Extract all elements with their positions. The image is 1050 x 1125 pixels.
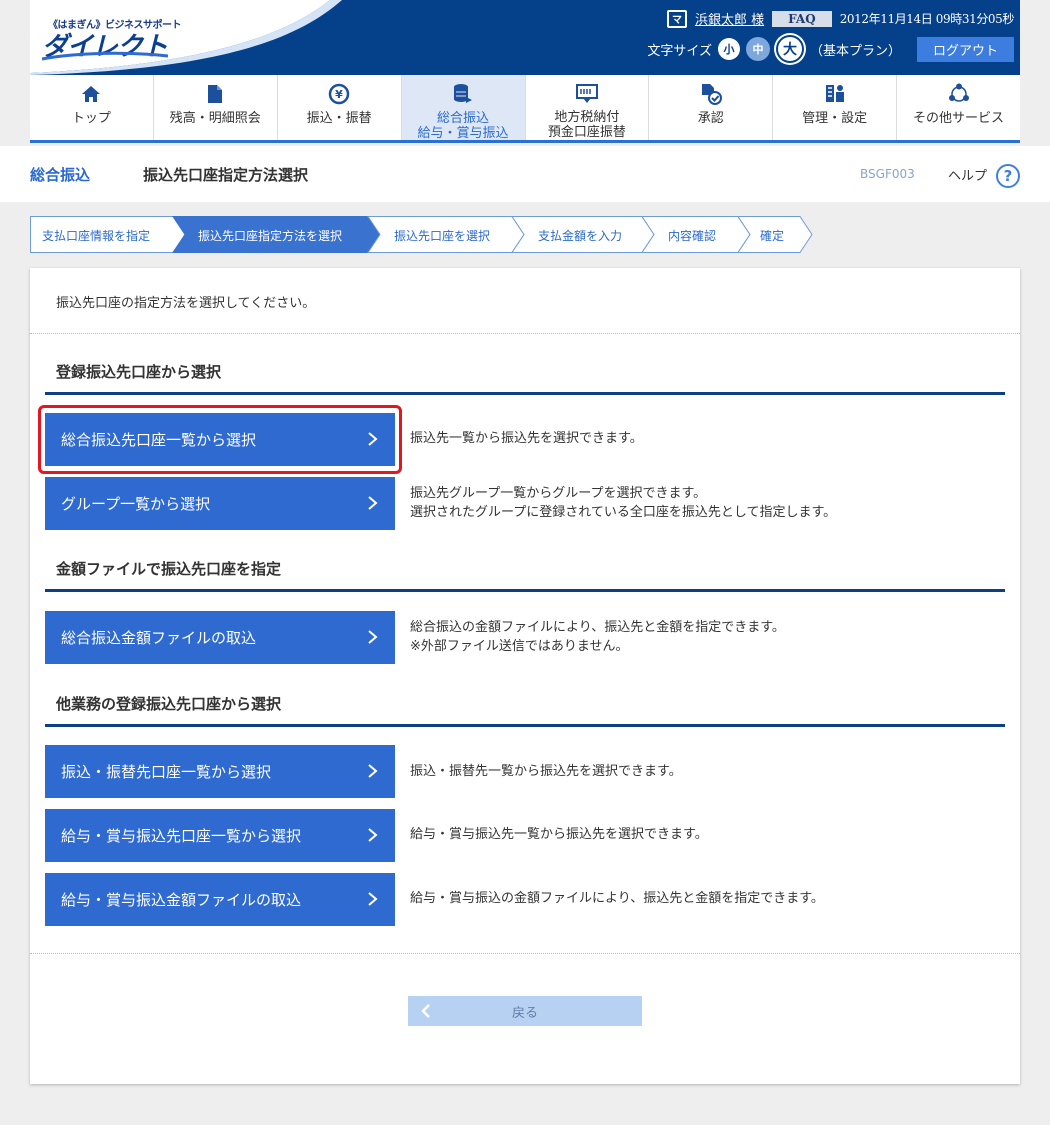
button-label: 総合振込先口座一覧から選択 bbox=[61, 431, 257, 449]
nav-label: 管理・設定 bbox=[802, 111, 868, 126]
divider bbox=[30, 953, 1020, 954]
header-user-row: マ 浜銀太郎 様 FAQ 2012年11月14日 09時31分05秒 bbox=[666, 9, 1015, 28]
description-line: 振込先グループ一覧からグループを選択できます。 bbox=[410, 486, 707, 501]
button-description: 振込先一覧から振込先を選択できます。 bbox=[410, 429, 643, 448]
button-description: 給与・賞与振込の金額ファイルにより、振込先と金額を指定できます。 bbox=[410, 889, 824, 908]
description-line: 給与・賞与振込の金額ファイルにより、振込先と金額を指定できます。 bbox=[410, 891, 824, 906]
chevron-right-icon bbox=[368, 496, 378, 510]
yen-transfer-icon: ¥ bbox=[328, 83, 350, 105]
nav-label-secondary: 預金口座振替 bbox=[547, 125, 626, 140]
plan-label: （基本プラン） bbox=[809, 43, 901, 59]
nav-label: 総合振込 bbox=[437, 111, 490, 126]
font-size-large-button[interactable]: 大 bbox=[775, 35, 804, 63]
back-button[interactable]: 戻る bbox=[408, 996, 642, 1026]
logo-swoosh-icon bbox=[41, 51, 169, 61]
nav-item-balance[interactable]: 残高・明細照会 bbox=[154, 75, 278, 140]
nav-label: トップ bbox=[71, 111, 111, 126]
page-title-bar: 総合振込 振込先口座指定方法選択 BSGF003 ヘルプ bbox=[0, 146, 1050, 202]
section-heading-registered: 登録振込先口座から選択 bbox=[45, 361, 1005, 395]
button-description: 総合振込の金額ファイルにより、振込先と金額を指定できます。 ※外部ファイル送信で… bbox=[410, 618, 785, 656]
page-category: 総合振込 bbox=[30, 166, 91, 184]
network-icon bbox=[948, 83, 970, 105]
button-label: 振込・振替先口座一覧から選択 bbox=[61, 763, 272, 781]
button-description: 振込・振替先一覧から振込先を選択できます。 bbox=[410, 762, 682, 781]
font-size-medium-button[interactable]: 中 bbox=[745, 37, 770, 61]
nav-label-secondary: 給与・賞与振込 bbox=[417, 126, 509, 141]
coin-stack-icon bbox=[452, 83, 474, 105]
nav-item-local-tax[interactable]: 地方税納付 預金口座振替 bbox=[526, 75, 650, 140]
nav-item-approval[interactable]: 承認 bbox=[649, 75, 774, 140]
app-header: 《はまぎん》ビジネスサポート ダイレクト マ 浜銀太郎 様 FAQ 2012年1… bbox=[30, 0, 1020, 75]
section-heading-other-services: 他業務の登録振込先口座から選択 bbox=[45, 693, 1005, 727]
approval-icon bbox=[700, 83, 722, 105]
description-line: ※外部ファイル送信ではありません。 bbox=[410, 639, 629, 654]
admin-icon bbox=[824, 83, 846, 105]
main-nav: トップ 残高・明細照会 ¥ 振込・振替 総合振込 給与・賞与振込 地方税納付 預… bbox=[30, 75, 1020, 143]
nav-item-other-services[interactable]: その他サービス bbox=[897, 75, 1020, 140]
nav-label: 残高・明細照会 bbox=[169, 111, 261, 126]
button-label: グループ一覧から選択 bbox=[61, 495, 211, 513]
font-size-small-button[interactable]: 小 bbox=[717, 38, 740, 60]
description-line: 給与・賞与振込先一覧から振込先を選択できます。 bbox=[410, 827, 708, 842]
tax-card-icon bbox=[575, 83, 598, 104]
button-description: 振込先グループ一覧からグループを選択できます。 選択されたグループに登録されてい… bbox=[410, 484, 836, 522]
nav-item-top[interactable]: トップ bbox=[30, 75, 154, 140]
section-heading-amount-file: 金額ファイルで振込先口座を指定 bbox=[45, 558, 1005, 592]
select-salary-payee-list-button[interactable]: 給与・賞与振込先口座一覧から選択 bbox=[45, 809, 395, 862]
description-line: 振込先一覧から振込先を選択できます。 bbox=[410, 431, 643, 446]
chevron-right-icon bbox=[368, 892, 378, 906]
nav-item-transfer[interactable]: ¥ 振込・振替 bbox=[278, 75, 402, 140]
screen-id: BSGF003 bbox=[860, 167, 915, 181]
import-salary-amount-file-button[interactable]: 給与・賞与振込金額ファイルの取込 bbox=[45, 873, 395, 926]
chevron-right-icon bbox=[368, 764, 378, 778]
nav-item-bulk-transfer[interactable]: 総合振込 給与・賞与振込 bbox=[401, 75, 526, 141]
description-line: 選択されたグループに登録されている全口座を振込先として指定します。 bbox=[410, 505, 837, 520]
help-icon[interactable]: ? bbox=[996, 164, 1020, 188]
step-6: 確定 bbox=[760, 229, 785, 243]
user-badge-icon: マ bbox=[666, 9, 687, 28]
nav-label: 振込・振替 bbox=[306, 111, 372, 126]
step-2-current: 振込先口座指定方法を選択 bbox=[198, 229, 343, 243]
document-icon bbox=[204, 83, 226, 105]
logout-button[interactable]: ログアウト bbox=[916, 36, 1014, 62]
main-panel: 振込先口座の指定方法を選択してください。 登録振込先口座から選択 総合振込先口座… bbox=[30, 268, 1020, 1084]
home-icon bbox=[80, 83, 102, 105]
nav-label: 地方税納付 bbox=[554, 110, 620, 125]
step-3: 振込先口座を選択 bbox=[394, 229, 491, 243]
button-label: 給与・賞与振込金額ファイルの取込 bbox=[61, 891, 302, 909]
back-button-label: 戻る bbox=[511, 1005, 538, 1021]
chevron-right-icon bbox=[368, 630, 378, 644]
user-name-link[interactable]: 浜銀太郎 様 bbox=[695, 9, 764, 28]
description-line: 振込・振替先一覧から振込先を選択できます。 bbox=[410, 764, 682, 779]
step-1: 支払口座情報を指定 bbox=[42, 229, 151, 243]
step-5: 内容確認 bbox=[668, 229, 717, 243]
select-group-list-button[interactable]: グループ一覧から選択 bbox=[45, 477, 395, 530]
divider bbox=[30, 333, 1020, 334]
button-label: 給与・賞与振込先口座一覧から選択 bbox=[61, 827, 302, 845]
nav-label: 承認 bbox=[697, 111, 724, 126]
button-description: 給与・賞与振込先一覧から振込先を選択できます。 bbox=[410, 825, 708, 844]
select-bulk-payee-list-button[interactable]: 総合振込先口座一覧から選択 bbox=[45, 413, 395, 466]
select-transfer-payee-list-button[interactable]: 振込・振替先口座一覧から選択 bbox=[45, 745, 395, 798]
page-title: 振込先口座指定方法選択 bbox=[143, 166, 309, 184]
step-4: 支払金額を入力 bbox=[538, 229, 623, 243]
font-size-label: 文字サイズ bbox=[647, 43, 712, 59]
header-settings-row: 文字サイズ 小 中 大 （基本プラン） ログアウト bbox=[647, 35, 1014, 63]
nav-item-admin[interactable]: 管理・設定 bbox=[773, 75, 898, 140]
chevron-right-icon bbox=[368, 432, 378, 446]
import-bulk-amount-file-button[interactable]: 総合振込金額ファイルの取込 bbox=[45, 611, 395, 664]
instruction-text: 振込先口座の指定方法を選択してください。 bbox=[56, 296, 316, 311]
faq-button[interactable]: FAQ bbox=[772, 10, 832, 27]
chevron-right-icon bbox=[368, 828, 378, 842]
description-line: 総合振込の金額ファイルにより、振込先と金額を指定できます。 bbox=[410, 620, 785, 635]
nav-label: その他サービス bbox=[913, 111, 1005, 126]
chevron-left-icon bbox=[421, 1004, 430, 1018]
help-link[interactable]: ヘルプ bbox=[948, 165, 987, 184]
button-label: 総合振込金額ファイルの取込 bbox=[61, 629, 257, 647]
svg-text:¥: ¥ bbox=[335, 88, 343, 101]
login-datetime: 2012年11月14日 09時31分05秒 bbox=[839, 12, 1015, 26]
